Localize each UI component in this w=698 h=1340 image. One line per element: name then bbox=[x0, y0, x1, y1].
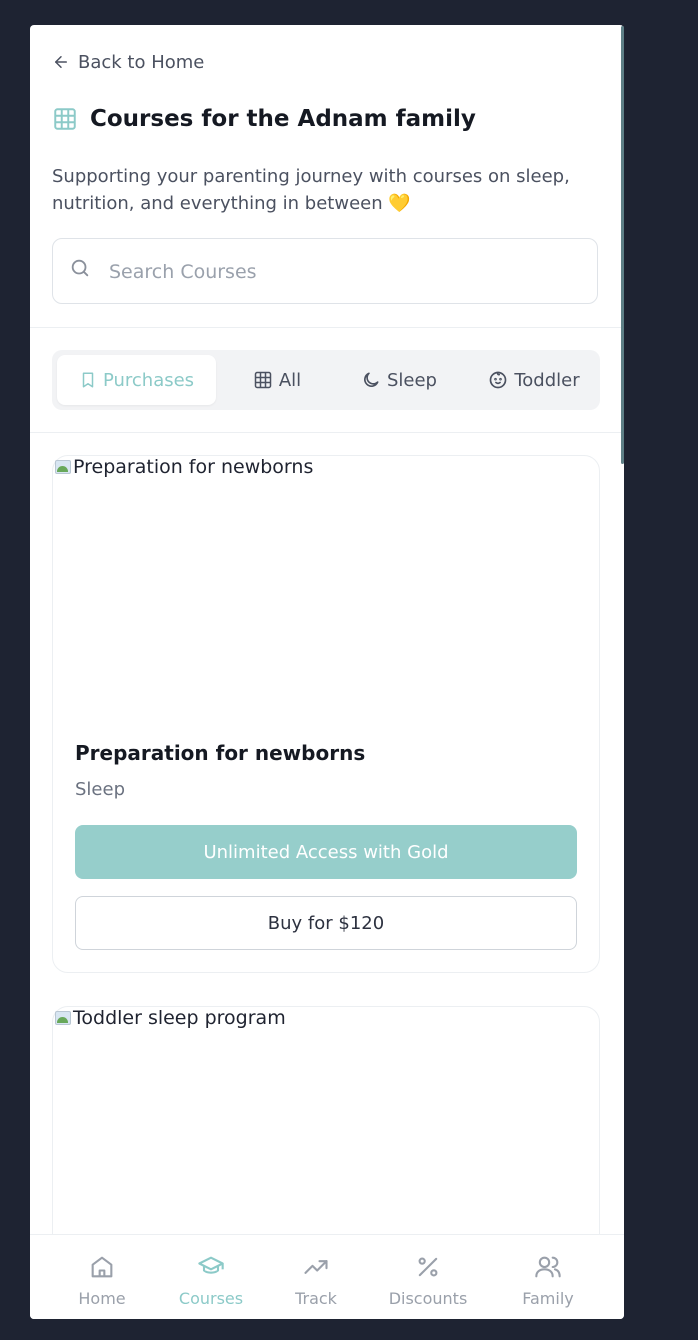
search-icon bbox=[71, 259, 89, 277]
arrow-left-icon bbox=[55, 56, 67, 68]
tab-label: Toddler bbox=[514, 369, 580, 391]
nav-label: Home bbox=[78, 1289, 126, 1308]
unlimited-access-gold-button[interactable]: Unlimited Access with Gold bbox=[75, 825, 577, 879]
nav-home[interactable]: Home bbox=[77, 1253, 127, 1308]
back-label: Back to Home bbox=[78, 51, 205, 73]
buy-course-button[interactable]: Buy for $120 bbox=[75, 896, 577, 950]
nav-family[interactable]: Family bbox=[519, 1253, 577, 1308]
home-icon bbox=[91, 1256, 113, 1278]
divider bbox=[30, 432, 624, 433]
page-header: Courses for the Adnam family bbox=[52, 106, 476, 132]
course-image-alt: Preparation for newborns bbox=[73, 456, 314, 478]
grid-icon bbox=[254, 371, 272, 389]
scrollbar[interactable] bbox=[621, 26, 624, 464]
bookmark-icon bbox=[82, 372, 94, 388]
divider bbox=[30, 327, 624, 328]
broken-image-icon bbox=[53, 458, 73, 478]
search-input[interactable] bbox=[107, 239, 581, 305]
back-to-home-link[interactable]: Back to Home bbox=[52, 51, 205, 73]
app-screen: Back to Home Courses for the Adnam famil… bbox=[30, 25, 624, 1319]
nav-track[interactable]: Track bbox=[291, 1253, 341, 1308]
tab-label: Purchases bbox=[102, 369, 195, 391]
tab-toddler[interactable]: Toddler bbox=[470, 355, 598, 405]
trending-up-icon bbox=[304, 1260, 328, 1274]
category-tabs: Purchases All Sleep Toddler bbox=[52, 350, 600, 410]
nav-label: Track bbox=[295, 1289, 337, 1308]
course-card[interactable]: Preparation for newborns Preparation for… bbox=[52, 455, 600, 973]
tab-label: Sleep bbox=[386, 369, 437, 391]
bottom-navigation: Home Courses Track Discounts Family bbox=[30, 1234, 624, 1319]
tab-label: All bbox=[278, 369, 302, 391]
course-image-alt: Toddler sleep program bbox=[73, 1007, 286, 1029]
page-title: Courses for the Adnam family bbox=[90, 106, 476, 132]
broken-image-icon bbox=[53, 1009, 73, 1029]
page-subtitle: Supporting your parenting journey with c… bbox=[52, 166, 570, 214]
nav-courses[interactable]: Courses bbox=[176, 1253, 246, 1308]
nav-label: Courses bbox=[178, 1289, 244, 1308]
nav-discounts[interactable]: Discounts bbox=[386, 1253, 470, 1308]
users-icon bbox=[535, 1256, 561, 1278]
course-category: Sleep bbox=[75, 779, 126, 800]
course-image: Preparation for newborns bbox=[53, 456, 599, 716]
search-box bbox=[52, 238, 598, 305]
tab-sleep[interactable]: Sleep bbox=[344, 355, 454, 405]
percent-icon bbox=[418, 1257, 438, 1277]
course-title: Preparation for newborns bbox=[75, 741, 366, 765]
nav-label: Family bbox=[522, 1289, 574, 1308]
grid-icon bbox=[54, 108, 76, 130]
nav-label: Discounts bbox=[388, 1289, 468, 1308]
moon-icon bbox=[364, 372, 379, 387]
tab-purchases[interactable]: Purchases bbox=[57, 355, 216, 405]
graduation-cap-icon bbox=[198, 1256, 224, 1274]
tab-all[interactable]: All bbox=[232, 355, 322, 405]
baby-icon bbox=[490, 371, 507, 389]
course-image: Toddler sleep program bbox=[53, 1007, 599, 1267]
